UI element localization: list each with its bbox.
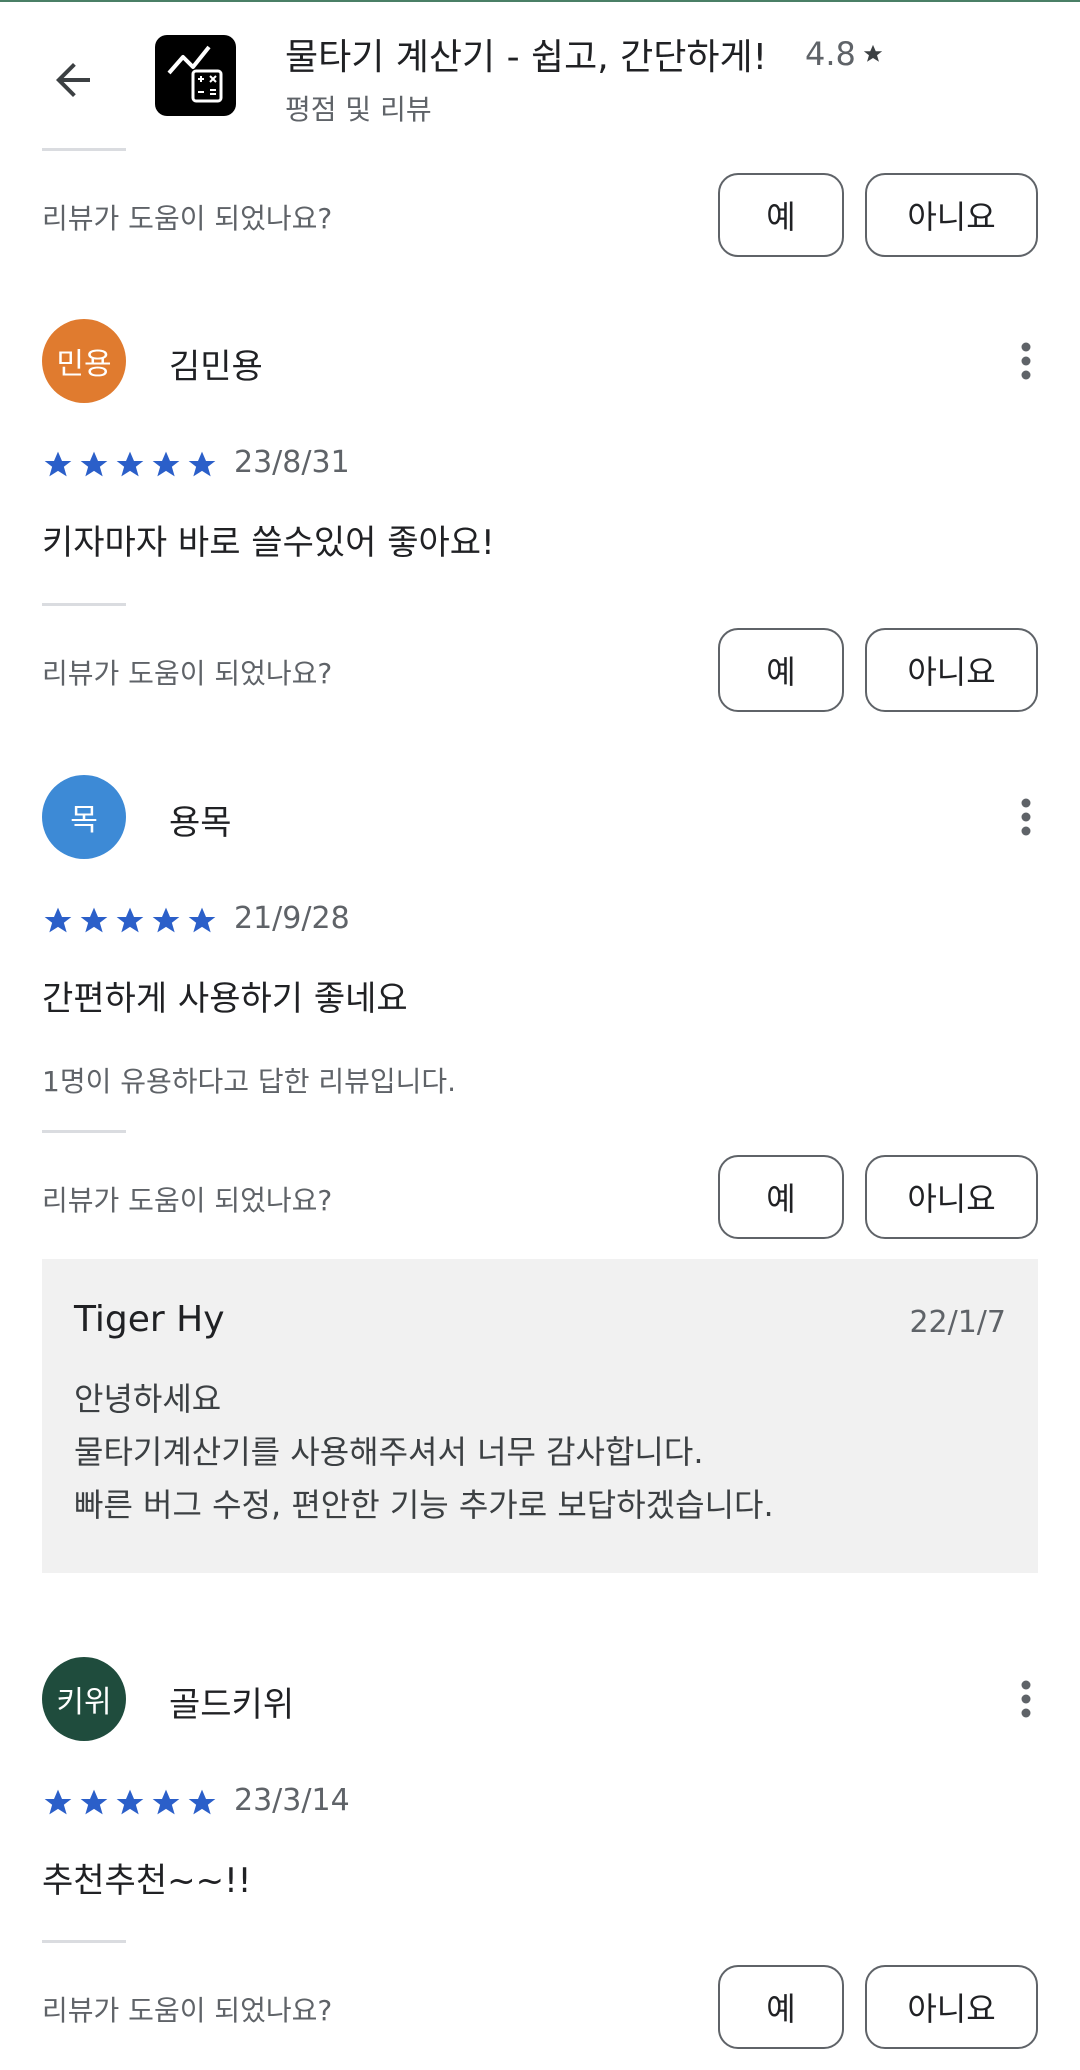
review-divider: [42, 148, 126, 151]
review-date: 23/3/14: [234, 1783, 350, 1818]
app-rating-value: 4.8: [805, 35, 856, 73]
reviewer-name: 김민용: [169, 347, 263, 387]
star-icon: [188, 907, 216, 933]
star-icon: [80, 907, 108, 933]
more-options-button[interactable]: [1002, 337, 1050, 385]
review-text: 추천추천~~!!: [42, 1861, 252, 1901]
avatar: 키위: [42, 1657, 126, 1741]
helpful-no-button[interactable]: 아니요: [865, 173, 1038, 257]
star-icon: [44, 1789, 72, 1815]
helpful-yes-button[interactable]: 예: [718, 173, 844, 257]
review-text: 간편하게 사용하기 좋네요: [42, 979, 408, 1019]
star-rating: [42, 1787, 218, 1819]
developer-reply-line: 빠른 버그 수정, 편안한 기능 추가로 보답하겠습니다.: [74, 1486, 774, 1524]
helpful-yes-button[interactable]: 예: [718, 1965, 844, 2049]
star-icon: [152, 1789, 180, 1815]
helpful-no-button[interactable]: 아니요: [865, 1155, 1038, 1239]
more-vert-icon: [1021, 798, 1031, 836]
more-options-button[interactable]: [1002, 1675, 1050, 1723]
avatar: 목: [42, 775, 126, 859]
star-icon: [863, 44, 883, 62]
page-subtitle: 평점 및 리뷰: [285, 93, 432, 126]
helpful-yes-button[interactable]: 예: [718, 1155, 844, 1239]
helpful-row: 리뷰가 도움이 되었나요? 예 아니요: [0, 628, 1080, 712]
calculator-chart-icon: [167, 45, 223, 103]
star-icon: [80, 451, 108, 477]
developer-reply-line: 물타기계산기를 사용해주셔서 너무 감사합니다.: [74, 1433, 704, 1471]
app-title: 물타기 계산기 - 쉽고, 간단하게!: [285, 37, 768, 78]
review-divider: [42, 1130, 126, 1133]
helpful-question: 리뷰가 도움이 되었나요?: [42, 1184, 333, 1217]
app-header: 물타기 계산기 - 쉽고, 간단하게! 4.8 평점 및 리뷰: [0, 2, 1080, 146]
helpful-yes-button[interactable]: 예: [718, 628, 844, 712]
helpful-row: 리뷰가 도움이 되었나요? 예 아니요: [0, 1965, 1080, 2049]
star-icon: [116, 1789, 144, 1815]
developer-reply: Tiger Hy 22/1/7 안녕하세요 물타기계산기를 사용해주셔서 너무 …: [42, 1259, 1038, 1573]
more-options-button[interactable]: [1002, 793, 1050, 841]
more-vert-icon: [1021, 342, 1031, 380]
helpful-question: 리뷰가 도움이 되었나요?: [42, 1994, 333, 2027]
star-icon: [152, 451, 180, 477]
star-icon: [116, 907, 144, 933]
review-date: 23/8/31: [234, 445, 350, 480]
star-rating: [42, 449, 218, 481]
more-vert-icon: [1021, 1680, 1031, 1718]
arrow-back-icon: [56, 63, 90, 97]
reviewer-name: 용목: [169, 803, 232, 843]
helpful-no-button[interactable]: 아니요: [865, 1965, 1038, 2049]
helpful-row: 리뷰가 도움이 되었나요? 예 아니요: [0, 173, 1080, 257]
avatar: 민용: [42, 319, 126, 403]
back-button[interactable]: [42, 48, 106, 112]
developer-reply-line: 안녕하세요: [74, 1380, 222, 1418]
helpful-question: 리뷰가 도움이 되었나요?: [42, 202, 333, 235]
helpful-no-button[interactable]: 아니요: [865, 628, 1038, 712]
developer-reply-date: 22/1/7: [909, 1305, 1006, 1340]
review-date: 21/9/28: [234, 901, 350, 936]
star-icon: [44, 907, 72, 933]
review-divider: [42, 1940, 126, 1943]
star-icon: [116, 451, 144, 477]
star-icon: [80, 1789, 108, 1815]
review-divider: [42, 603, 126, 606]
star-icon: [188, 1789, 216, 1815]
helpful-row: 리뷰가 도움이 되었나요? 예 아니요: [0, 1155, 1080, 1239]
star-icon: [44, 451, 72, 477]
helpful-count: 1명이 유용하다고 답한 리뷰입니다.: [42, 1065, 457, 1098]
star-icon: [188, 451, 216, 477]
reviewer-name: 골드키위: [169, 1685, 295, 1725]
review-text: 키자마자 바로 쓸수있어 좋아요!: [42, 523, 495, 563]
developer-name: Tiger Hy: [74, 1299, 225, 1340]
app-rating: 4.8: [805, 35, 884, 73]
app-icon: [155, 35, 236, 116]
star-icon: [152, 907, 180, 933]
star-rating: [42, 905, 218, 937]
helpful-question: 리뷰가 도움이 되었나요?: [42, 657, 333, 690]
